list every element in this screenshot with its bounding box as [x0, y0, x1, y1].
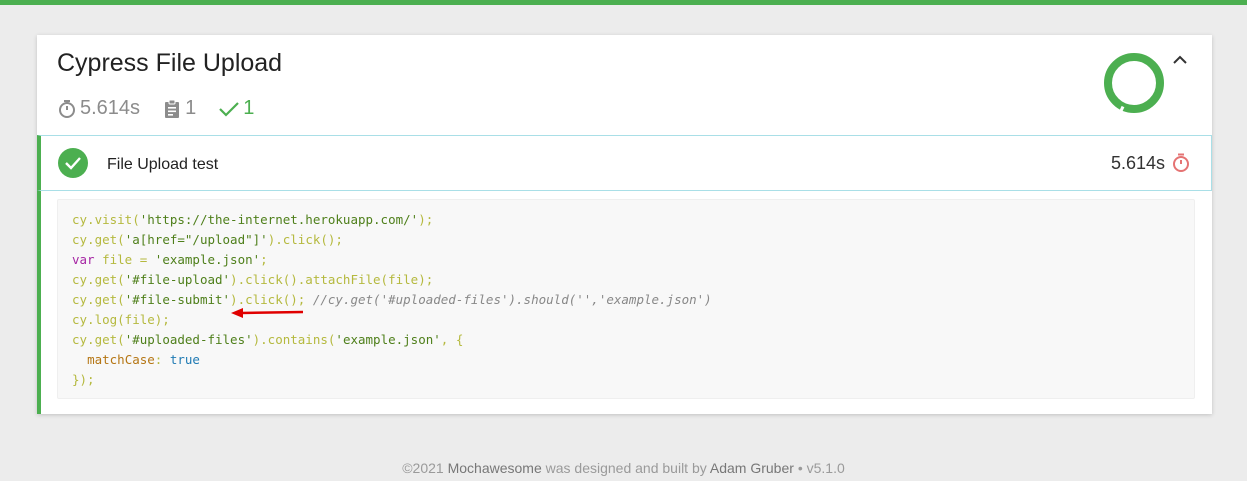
footer-copyright: ©2021 — [402, 460, 444, 476]
suite-duration-value: 5.614s — [80, 97, 141, 119]
footer-author-link[interactable]: Adam Gruber — [710, 460, 794, 476]
stopwatch-icon — [1173, 153, 1189, 172]
test-code-panel: cy.visit('https://the-internet.herokuapp… — [37, 191, 1212, 414]
footer-brand-link[interactable]: Mochawesome — [448, 460, 542, 476]
stopwatch-icon — [59, 99, 75, 118]
code-line: }); — [72, 372, 95, 387]
code-line: cy.visit('https://the-internet.herokuapp… — [72, 212, 434, 227]
suite-duration: 5.614s — [57, 97, 140, 120]
suite-stats: 5.614s 1 1 — [57, 97, 276, 120]
annotation-arrow — [231, 308, 304, 318]
code-line: cy.get('#uploaded-files').contains('exam… — [72, 332, 464, 347]
test-row[interactable]: File Upload test 5.614s — [37, 135, 1212, 191]
test-code-block: cy.visit('https://the-internet.herokuapp… — [57, 199, 1195, 399]
pass-ratio-donut — [1104, 53, 1164, 114]
suite-passes: 1 — [218, 97, 254, 120]
footer-text: was designed and built by — [545, 460, 707, 476]
checkmark-icon — [219, 101, 239, 117]
pass-check-icon — [58, 148, 88, 178]
code-line: cy.get('#file-upload').click().attachFil… — [72, 272, 434, 287]
suite-tests-count: 1 — [185, 97, 197, 119]
top-accent-bar — [0, 0, 1247, 5]
suite-card: Cypress File Upload 5.614s 1 1 File Uplo… — [37, 35, 1212, 414]
test-duration: 5.614s — [1110, 153, 1165, 173]
code-line: var file = 'example.json'; — [72, 252, 268, 267]
suite-title: Cypress File Upload — [57, 49, 283, 77]
code-line: matchCase: true — [87, 352, 200, 367]
code-line: cy.get('a[href="/upload"]').click(); — [72, 232, 343, 247]
suite-tests: 1 — [162, 97, 196, 120]
chevron-up-icon[interactable] — [1169, 49, 1191, 71]
clipboard-icon — [165, 99, 180, 118]
footer: ©2021 Mochawesome was designed and built… — [0, 460, 1247, 476]
suite-passes-count: 1 — [243, 97, 255, 119]
test-title: File Upload test — [107, 156, 219, 173]
footer-version: • v5.1.0 — [797, 460, 845, 476]
